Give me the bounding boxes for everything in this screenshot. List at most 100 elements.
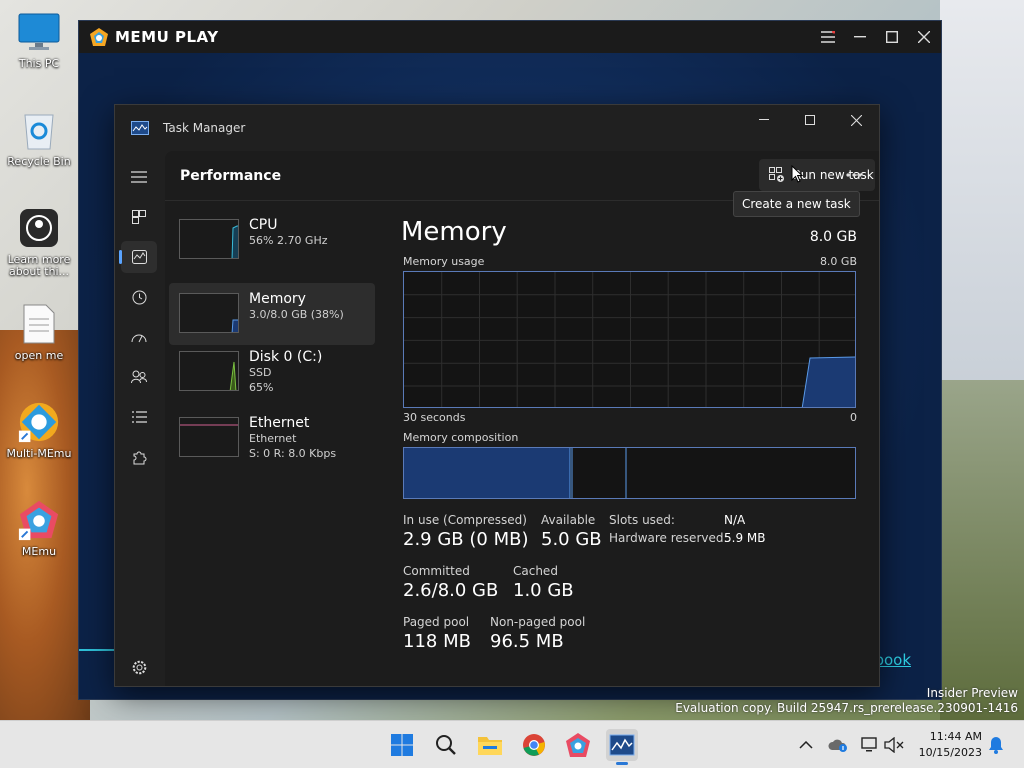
resource-item-memory[interactable]: Memory 3.0/8.0 GB (38%): [169, 283, 375, 345]
resource-name: Memory: [249, 291, 306, 307]
desktop-wallpaper-hill: [940, 380, 1024, 720]
graph-time-left: 30 seconds: [403, 411, 466, 424]
resource-detail: S: 0 R: 8.0 Kbps: [249, 447, 337, 460]
nav-details[interactable]: [121, 401, 157, 433]
hardware-reserved-label: Hardware reserved:: [609, 531, 728, 545]
chevron-up-icon: [799, 741, 813, 749]
resource-detail: 56% 2.70 GHz: [249, 234, 328, 247]
nav-app-history[interactable]: [121, 281, 157, 313]
resource-detail: Ethernet: [249, 432, 297, 445]
slots-used-value: N/A: [724, 513, 746, 527]
new-task-icon: [769, 167, 784, 182]
navigation-rail: [115, 151, 165, 686]
memu-title-bar: MEMU PLAY: [79, 21, 941, 53]
minimize-icon[interactable]: [853, 30, 867, 44]
users-icon: [131, 370, 147, 384]
desktop-icon-open-me[interactable]: open me: [4, 302, 74, 362]
available-label: Available: [541, 513, 596, 527]
memory-panel: Memory 8.0 GB Memory usage 8.0 GB 30 sec…: [401, 217, 857, 652]
show-hidden-icons-button[interactable]: [796, 735, 816, 755]
window-title: Task Manager: [163, 121, 246, 135]
learn-more-icon: [17, 206, 61, 250]
taskbar: 11:44 AM 10/15/2023: [0, 720, 1024, 768]
non-paged-pool-value: 96.5 MB: [490, 631, 564, 652]
memory-composition-bar: [403, 447, 856, 499]
close-icon[interactable]: [917, 30, 931, 44]
maximize-icon[interactable]: [885, 30, 899, 44]
desktop-wallpaper-sky: [940, 0, 1024, 380]
memu-taskbar-button[interactable]: [562, 729, 594, 761]
notifications-button[interactable]: [986, 735, 1006, 755]
search-button[interactable]: [430, 729, 462, 761]
clock-date: 10/15/2023: [918, 746, 982, 759]
tray-volume[interactable]: [884, 735, 904, 755]
tray-network[interactable]: [860, 735, 880, 755]
speaker-muted-icon: [884, 737, 904, 753]
available-value: 5.0 GB: [541, 529, 602, 550]
nav-processes[interactable]: [121, 201, 157, 233]
desktop-icon-label: Recycle Bin: [7, 155, 71, 168]
desktop-icon-label: This PC: [18, 57, 60, 70]
chrome-icon: [523, 734, 545, 756]
desktop-icon-label: open me: [14, 349, 64, 362]
nav-startup-apps[interactable]: [121, 321, 157, 353]
evaluation-watermark: Insider Preview Evaluation copy. Build 2…: [675, 686, 1018, 716]
paged-pool-label: Paged pool: [403, 615, 470, 629]
desktop-icon-recycle-bin[interactable]: Recycle Bin: [4, 108, 74, 168]
tooltip: Create a new task: [733, 191, 860, 217]
maximize-icon[interactable]: [787, 105, 833, 135]
file-explorer-button[interactable]: [474, 729, 506, 761]
in-use-value: 2.9 GB (0 MB): [403, 529, 529, 550]
monitor-icon: [17, 10, 61, 54]
more-options-button[interactable]: [841, 159, 867, 191]
nav-performance[interactable]: [119, 241, 157, 273]
page-title: Performance: [180, 167, 282, 184]
mouse-cursor-icon: [791, 165, 803, 183]
performance-icon: [131, 250, 147, 264]
task-manager-window: Task Manager Performance Run new task Cr…: [114, 104, 880, 687]
resource-detail: SSD: [249, 366, 272, 379]
cloud-info-icon: [828, 739, 847, 752]
desktop-icon-multi-memu[interactable]: Multi-MEmu: [4, 400, 74, 460]
nav-settings[interactable]: [121, 651, 157, 683]
memory-usage-label: Memory usage: [403, 255, 485, 268]
close-icon[interactable]: [833, 105, 879, 135]
menu-icon[interactable]: [821, 30, 835, 44]
nav-users[interactable]: [121, 361, 157, 393]
hamburger-menu-button[interactable]: [121, 161, 157, 193]
tray-weather[interactable]: [828, 735, 848, 755]
desktop-icon-memu[interactable]: MEmu: [4, 498, 74, 558]
processes-icon: [132, 210, 146, 224]
memu-logo-icon: [90, 28, 108, 46]
desktop-icon-this-pc[interactable]: This PC: [4, 10, 74, 70]
non-paged-pool-label: Non-paged pool: [490, 615, 586, 629]
memu-icon: [17, 498, 61, 542]
text-file-icon: [17, 302, 61, 346]
desktop-icon-label: Learn more about thi...: [7, 253, 71, 278]
clock[interactable]: 11:44 AM 10/15/2023: [919, 729, 982, 761]
resource-name: Disk 0 (C:): [249, 349, 323, 365]
nav-services[interactable]: [121, 441, 157, 473]
start-button[interactable]: [386, 729, 418, 761]
resource-name: CPU: [249, 217, 278, 233]
task-manager-icon: [609, 734, 635, 756]
cached-label: Cached: [513, 564, 558, 578]
minimize-icon[interactable]: [741, 105, 787, 135]
resource-item-disk[interactable]: Disk 0 (C:) SSD 65%: [169, 349, 375, 411]
gear-icon: [132, 660, 146, 674]
chrome-button[interactable]: [518, 729, 550, 761]
desktop-icon-learn-more[interactable]: Learn more about thi...: [4, 206, 74, 278]
resource-item-cpu[interactable]: CPU 56% 2.70 GHz: [169, 217, 375, 279]
resource-item-ethernet[interactable]: Ethernet Ethernet S: 0 R: 8.0 Kbps: [169, 415, 375, 477]
history-icon: [132, 290, 146, 304]
clock-time: 11:44 AM: [929, 730, 982, 743]
slots-used-label: Slots used:: [609, 513, 675, 527]
memory-title: Memory: [401, 217, 507, 247]
resource-detail: 3.0/8.0 GB (38%): [249, 308, 344, 321]
speedometer-icon: [131, 334, 147, 343]
task-manager-taskbar-button[interactable]: [606, 729, 638, 765]
ellipsis-icon: [846, 173, 862, 177]
memu-logo: MEMU PLAY: [89, 27, 219, 47]
search-icon: [436, 735, 456, 755]
memory-usage-max: 8.0 GB: [819, 255, 857, 268]
